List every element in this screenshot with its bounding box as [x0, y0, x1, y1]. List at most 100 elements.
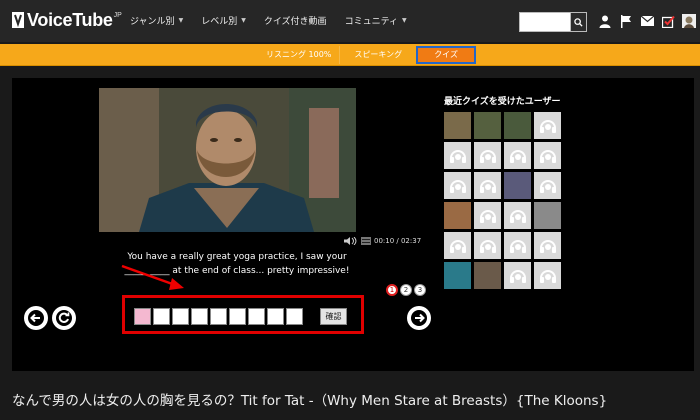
- caret-down-icon: ▼: [178, 17, 184, 24]
- user-avatar-default[interactable]: [534, 262, 561, 289]
- letter-slot[interactable]: [267, 308, 284, 325]
- recent-users-title: 最近クイズを受けたユーザー: [444, 97, 561, 107]
- caret-down-icon: ▼: [402, 17, 407, 24]
- search-button[interactable]: [570, 13, 586, 31]
- search-box: [519, 12, 587, 32]
- logo-sup: JP: [113, 11, 122, 19]
- mode-bar: リスニング 100% スピーキング クイズ: [0, 44, 700, 66]
- nav-genre[interactable]: ジャンル別 ▼: [130, 14, 183, 27]
- user-avatar-default[interactable]: [444, 172, 471, 199]
- tab-listening[interactable]: リスニング 100%: [258, 46, 341, 64]
- video-time: 00:10 / 02:37: [374, 237, 422, 245]
- default-avatar-icon: [539, 119, 556, 133]
- user-avatar-default[interactable]: [474, 172, 501, 199]
- subtitle-icon[interactable]: [361, 237, 371, 245]
- user-avatar-default[interactable]: [504, 262, 531, 289]
- checkbox-icon[interactable]: [661, 14, 675, 28]
- user-avatar-default[interactable]: [504, 142, 531, 169]
- default-avatar-icon: [509, 239, 526, 253]
- search-icon: [574, 17, 583, 27]
- answer-box: 確認: [122, 295, 364, 334]
- nav-quiz-videos-label: クイズ付き動画: [263, 17, 327, 27]
- caption-line-1: You have a really great yoga practice, I…: [127, 252, 347, 262]
- user-avatar[interactable]: [534, 202, 561, 229]
- user-avatar-default[interactable]: [534, 172, 561, 199]
- user-avatar-default[interactable]: [474, 232, 501, 259]
- arrow-right-icon: [411, 310, 427, 326]
- default-avatar-icon: [509, 209, 526, 223]
- logo-text: VoiceTube: [27, 9, 113, 30]
- letter-slot[interactable]: [153, 308, 170, 325]
- nav-quiz-videos[interactable]: クイズ付き動画: [264, 14, 327, 27]
- letter-slot[interactable]: [191, 308, 208, 325]
- replay-icon: [56, 310, 72, 326]
- user-avatar-default[interactable]: [444, 142, 471, 169]
- quiz-panel: 00:10 / 02:37 You have a really great yo…: [12, 78, 694, 371]
- next-button[interactable]: [407, 306, 431, 330]
- user-avatar[interactable]: [504, 112, 531, 139]
- user-avatar[interactable]: [474, 262, 501, 289]
- letter-slot[interactable]: [286, 308, 303, 325]
- page-1[interactable]: 1: [386, 284, 398, 296]
- user-avatar[interactable]: [444, 112, 471, 139]
- default-avatar-icon: [539, 269, 556, 283]
- volume-icon[interactable]: [344, 237, 358, 245]
- nav-community-label: コミュニティ: [344, 17, 399, 27]
- page-2[interactable]: 2: [400, 284, 412, 296]
- nav-community[interactable]: コミュニティ ▼: [345, 14, 407, 27]
- user-avatar[interactable]: [504, 172, 531, 199]
- tab-quiz[interactable]: クイズ: [416, 46, 476, 64]
- user-avatar-default[interactable]: [474, 142, 501, 169]
- video-title: なんで男の人は女の人の胸を見るの？Tit for Tat -（Why Men S…: [12, 393, 608, 409]
- arrow-left-icon: [28, 310, 44, 326]
- default-avatar-icon: [479, 209, 496, 223]
- flag-icon[interactable]: [619, 14, 633, 28]
- video-frame: [99, 88, 356, 232]
- user-avatar[interactable]: [444, 202, 471, 229]
- arrow-annotation: [121, 264, 184, 290]
- page-3[interactable]: 3: [414, 284, 426, 296]
- default-avatar-icon: [509, 149, 526, 163]
- top-nav: VoiceTube JP ジャンル別 ▼ レベル別 ▼ クイズ付き動画 コミュニティ…: [0, 0, 700, 42]
- nav-level-label: レベル別: [201, 17, 238, 27]
- letter-slot[interactable]: [248, 308, 265, 325]
- user-avatar-default[interactable]: [534, 232, 561, 259]
- mail-icon[interactable]: [640, 14, 654, 28]
- video-player[interactable]: [99, 88, 356, 232]
- letter-slot[interactable]: [134, 308, 151, 325]
- tab-speaking[interactable]: スピーキング: [346, 46, 410, 64]
- user-avatar-default[interactable]: [444, 232, 471, 259]
- replay-button[interactable]: [52, 306, 76, 330]
- default-avatar-icon: [449, 179, 466, 193]
- avatar-icon[interactable]: [682, 14, 696, 28]
- default-avatar-icon: [449, 239, 466, 253]
- user-avatar[interactable]: [474, 112, 501, 139]
- video-controls: 00:10 / 02:37: [344, 237, 421, 245]
- logo[interactable]: VoiceTube JP: [12, 9, 122, 31]
- letter-slot[interactable]: [172, 308, 189, 325]
- user-avatar[interactable]: [444, 262, 471, 289]
- default-avatar-icon: [509, 269, 526, 283]
- user-avatar-default[interactable]: [504, 232, 531, 259]
- confirm-button[interactable]: 確認: [320, 308, 347, 325]
- default-avatar-icon: [479, 239, 496, 253]
- user-avatar-default[interactable]: [534, 142, 561, 169]
- default-avatar-icon: [479, 149, 496, 163]
- letter-slot[interactable]: [210, 308, 227, 325]
- user-avatar-default[interactable]: [534, 112, 561, 139]
- user-avatar-default[interactable]: [474, 202, 501, 229]
- nav-level[interactable]: レベル別 ▼: [201, 14, 246, 27]
- user-icon[interactable]: [598, 14, 612, 28]
- default-avatar-icon: [449, 149, 466, 163]
- user-avatar-default[interactable]: [504, 202, 531, 229]
- default-avatar-icon: [539, 179, 556, 193]
- letter-slot[interactable]: [229, 308, 246, 325]
- logo-icon: [12, 12, 24, 28]
- default-avatar-icon: [539, 149, 556, 163]
- default-avatar-icon: [479, 179, 496, 193]
- question-pager: 1 2 3: [386, 284, 426, 296]
- recent-users-grid: [444, 112, 561, 289]
- caret-down-icon: ▼: [241, 17, 246, 24]
- back-button[interactable]: [24, 306, 48, 330]
- search-input[interactable]: [520, 13, 570, 31]
